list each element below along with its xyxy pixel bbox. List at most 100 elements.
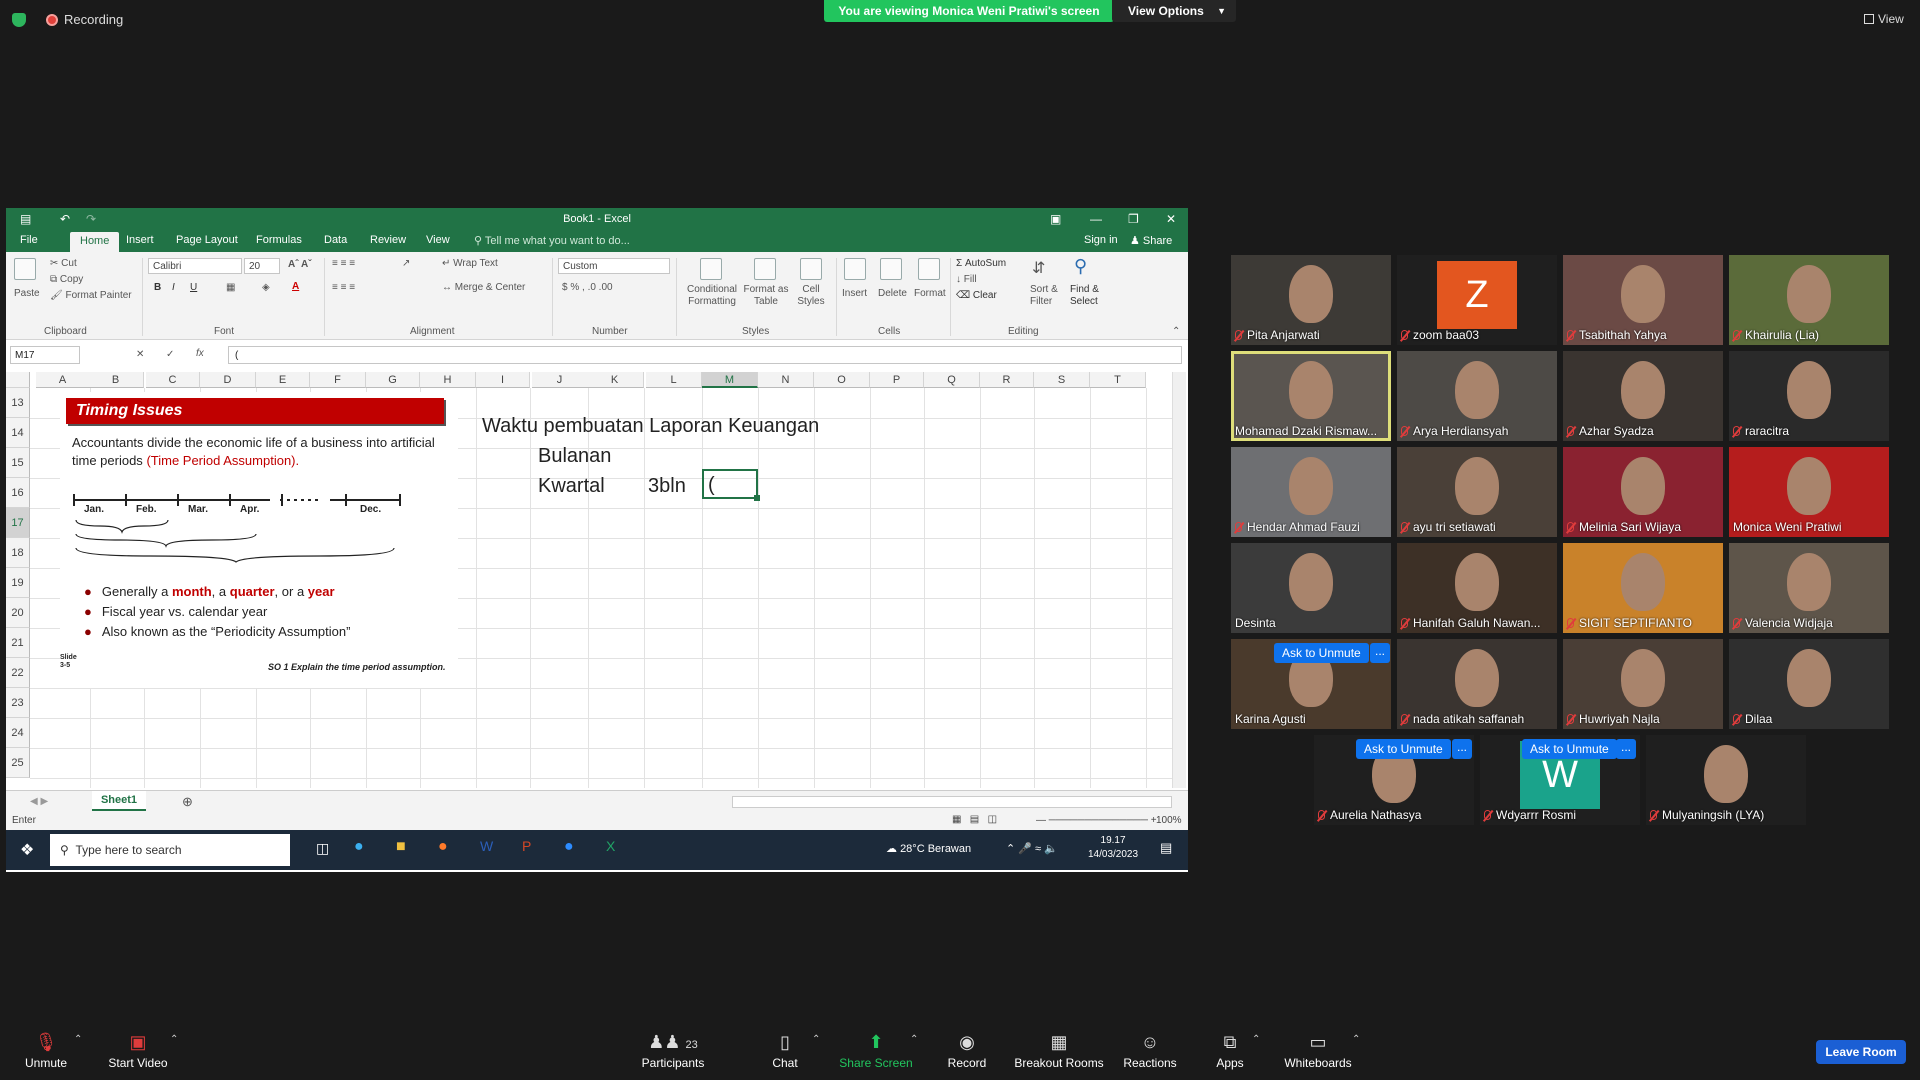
clear-button[interactable]: ⌫ Clear (956, 290, 997, 301)
column-header-h[interactable]: H (420, 372, 476, 388)
more-options-button[interactable]: ... (1370, 643, 1390, 663)
more-options-button[interactable]: ... (1452, 739, 1472, 759)
enter-formula-icon[interactable]: ✓ (166, 349, 174, 360)
participant-tile[interactable]: Hanifah Galuh Nawan... (1397, 543, 1557, 633)
row-header-24[interactable]: 24 (6, 718, 30, 748)
copy-button[interactable]: ⧉ Copy (50, 274, 83, 285)
format-painter-button[interactable]: 🖌 Format Painter (50, 290, 132, 301)
participant-tile[interactable]: Valencia Widjaja (1729, 543, 1889, 633)
format-as-table-icon[interactable] (754, 258, 776, 280)
participant-tile[interactable]: nada atikah saffanah (1397, 639, 1557, 729)
weather-widget[interactable]: ☁ 28°C Berawan (886, 842, 971, 855)
participant-tile[interactable]: Melinia Sari Wijaya (1563, 447, 1723, 537)
word-icon[interactable]: W (480, 838, 493, 854)
system-tray-icons[interactable]: ⌃ 🎤 ≈ 🔈 (1006, 842, 1058, 855)
row-header-21[interactable]: 21 (6, 628, 30, 658)
participant-tile[interactable]: Hendar Ahmad Fauzi (1231, 447, 1391, 537)
ask-to-unmute-button[interactable]: Ask to Unmute (1356, 739, 1451, 759)
sheet-nav-icon[interactable]: ◀ ▶ (30, 796, 48, 807)
more-options-button[interactable]: ... (1616, 739, 1636, 759)
font-size-select[interactable]: 20 (244, 258, 280, 274)
participant-tile[interactable]: Zzoom baa03 (1397, 255, 1557, 345)
format-as-table-button[interactable]: Format as Table (742, 284, 790, 308)
row-header-16[interactable]: 16 (6, 478, 30, 508)
whiteboards-button[interactable]: ▭ Whiteboards (1276, 1020, 1360, 1080)
taskbar-clock[interactable]: 19.17 14/03/2023 (1088, 834, 1138, 862)
row-header-18[interactable]: 18 (6, 538, 30, 568)
participant-tile[interactable]: Tsabithah Yahya (1563, 255, 1723, 345)
audio-options-chevron-icon[interactable]: ⌃ (74, 1034, 82, 1045)
edge-icon[interactable]: ● (354, 838, 364, 856)
insert-cells-icon[interactable] (844, 258, 866, 280)
cell-styles-button[interactable]: Cell Styles (792, 284, 830, 308)
column-header-o[interactable]: O (814, 372, 870, 388)
view-button[interactable]: View (1864, 12, 1904, 26)
fill-button[interactable]: ↓ Fill (956, 274, 977, 285)
column-header-n[interactable]: N (758, 372, 814, 388)
firefox-icon[interactable]: ● (438, 838, 448, 856)
column-header-t[interactable]: T (1090, 372, 1146, 388)
delete-cells-icon[interactable] (880, 258, 902, 280)
active-cell-m17[interactable]: ( (702, 469, 760, 501)
tab-formulas[interactable]: Formulas (256, 234, 302, 246)
chat-button[interactable]: ▯ Chat (760, 1020, 810, 1080)
column-header-l[interactable]: L (646, 372, 702, 388)
participant-tile[interactable]: Arya Herdiansyah (1397, 351, 1557, 441)
accounting-format-icon[interactable]: $ % , .0 .00 (562, 282, 613, 293)
breakout-rooms-button[interactable]: ▦ Breakout Rooms (1010, 1020, 1108, 1080)
sort-filter-button[interactable]: Sort & Filter (1030, 284, 1066, 308)
sheet-tab-sheet1[interactable]: Sheet1 (92, 791, 146, 811)
task-view-icon[interactable]: ◫ (316, 840, 329, 857)
shared-screen-excel-window[interactable]: ▤ ↶ ↷ Book1 - Excel ▣ — ❐ ✕ File Home In… (6, 208, 1188, 872)
participant-tile[interactable]: raracitra (1729, 351, 1889, 441)
column-header-f[interactable]: F (310, 372, 366, 388)
font-name-select[interactable]: Calibri (148, 258, 242, 274)
align-left-icon[interactable]: ≡ ≡ ≡ (332, 282, 355, 293)
column-header-e[interactable]: E (256, 372, 310, 388)
column-header-r[interactable]: R (980, 372, 1034, 388)
bold-button[interactable]: B (154, 282, 161, 293)
slide-picture[interactable]: Timing Issues Accountants divide the eco… (60, 392, 458, 688)
vertical-scrollbar[interactable] (1172, 372, 1186, 788)
row-header-22[interactable]: 22 (6, 658, 30, 688)
borders-icon[interactable]: ▦ (226, 282, 235, 293)
format-cells-icon[interactable] (918, 258, 940, 280)
view-mode-icons[interactable]: ▦ ▤ ◫ (952, 814, 997, 825)
participants-button[interactable]: ♟♟ 23 Participants (636, 1020, 710, 1080)
tab-home[interactable]: Home (70, 232, 120, 252)
row-header-25[interactable]: 25 (6, 748, 30, 778)
column-header-s[interactable]: S (1034, 372, 1090, 388)
encryption-shield-icon[interactable] (12, 13, 26, 27)
participant-tile[interactable]: Monica Weni Pratiwi (1729, 447, 1889, 537)
row-header-23[interactable]: 23 (6, 688, 30, 718)
italic-button[interactable]: I (172, 282, 175, 293)
column-header-j[interactable]: J (532, 372, 588, 388)
participant-tile[interactable]: Mulyaningsih (LYA) (1646, 735, 1806, 825)
apps-options-chevron-icon[interactable]: ⌃ (1252, 1034, 1260, 1045)
new-sheet-icon[interactable]: ⊕ (182, 794, 193, 810)
find-select-button[interactable]: Find & Select (1070, 284, 1106, 308)
cell-heading[interactable]: Waktu pembuatan Laporan Keuangan (482, 415, 819, 438)
row-header-20[interactable]: 20 (6, 598, 30, 628)
ask-to-unmute-button[interactable]: Ask to Unmute (1522, 739, 1617, 759)
cell-bulanan[interactable]: Bulanan (538, 445, 611, 468)
start-video-button[interactable]: ▣ Start Video (100, 1020, 176, 1080)
share-screen-button[interactable]: ⬆ Share Screen (836, 1020, 916, 1080)
tell-me-box[interactable]: ⚲ Tell me what you want to do... (474, 234, 630, 247)
tab-insert[interactable]: Insert (126, 234, 154, 246)
grow-font-icon[interactable]: Aˆ Aˇ (288, 259, 312, 270)
column-header-i[interactable]: I (476, 372, 530, 388)
column-header-c[interactable]: C (146, 372, 200, 388)
notification-icon[interactable]: ▤ (1160, 840, 1172, 856)
record-button[interactable]: ◉ Record (940, 1020, 994, 1080)
cut-button[interactable]: ✂ Cut (50, 258, 77, 269)
formula-input[interactable]: ( (228, 346, 1182, 364)
wrap-text-button[interactable]: ↵ Wrap Text (442, 258, 498, 269)
conditional-formatting-button[interactable]: Conditional Formatting (682, 284, 742, 308)
autosum-button[interactable]: Σ AutoSum (956, 258, 1006, 269)
participant-tile[interactable]: Dilaa (1729, 639, 1889, 729)
row-header-15[interactable]: 15 (6, 448, 30, 478)
participant-tile[interactable]: Desinta (1231, 543, 1391, 633)
apps-button[interactable]: ⧉ Apps (1200, 1020, 1260, 1080)
tab-page-layout[interactable]: Page Layout (176, 234, 238, 246)
